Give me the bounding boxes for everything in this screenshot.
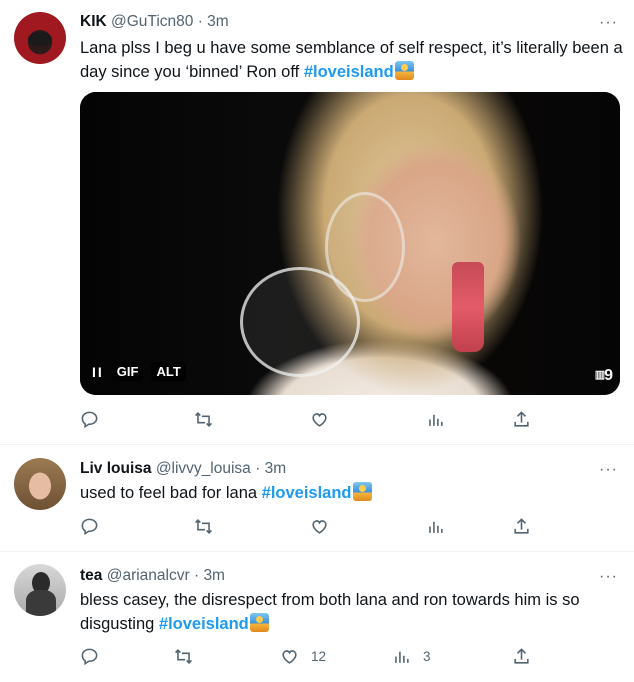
tweet-text: bless casey, the disrespect from both la… [80, 588, 625, 636]
logo-number: 9 [604, 367, 613, 384]
retweet-button[interactable] [194, 408, 213, 430]
island-emoji-icon [394, 61, 414, 80]
hashtag-link[interactable]: #loveisland [304, 63, 394, 81]
more-icon[interactable]: ··· [599, 462, 618, 478]
author-name[interactable]: Liv louisa [80, 460, 152, 477]
views-button[interactable] [426, 408, 445, 430]
views-icon [429, 521, 443, 533]
share-icon [514, 517, 529, 534]
author-handle[interactable]: @arianalcvr [107, 567, 190, 584]
separator: · [255, 460, 265, 477]
like-icon [312, 412, 327, 427]
tweet-text: used to feel bad for lana #loveisland [80, 481, 625, 505]
island-emoji-icon [352, 482, 372, 501]
tweet-header: tea @arianalcvr · 3m [80, 567, 225, 585]
gif-badge: GIF [111, 362, 144, 381]
author-name[interactable]: tea [80, 567, 102, 584]
like-icon [282, 649, 297, 664]
glass-shape [240, 267, 360, 377]
island-emoji-icon [249, 613, 269, 632]
retweet-icon [195, 518, 212, 534]
tweet-header: Liv louisa @livvy_louisa · 3m [80, 460, 286, 478]
avatar-liv-louisa[interactable] [14, 458, 66, 510]
author-name[interactable]: KIK [80, 13, 107, 30]
views-button[interactable] [426, 515, 445, 537]
like-count: 12 [311, 648, 327, 664]
reply-button[interactable] [80, 408, 99, 430]
tweet-1[interactable]: KIK @GuTicn80 · 3m ··· Lana plss I beg u… [0, 0, 634, 444]
tweet-actions [80, 515, 540, 537]
timestamp[interactable]: 3m [265, 460, 287, 477]
share-icon [514, 410, 529, 427]
tweet-body: used to feel bad for lana [80, 484, 262, 502]
separator: · [197, 13, 208, 30]
channel-logo: ▥9 [594, 367, 613, 385]
tweet-2[interactable]: Liv louisa @livvy_louisa · 3m ··· used t… [0, 445, 634, 551]
share-button[interactable] [512, 408, 531, 430]
reply-button[interactable] [80, 645, 99, 667]
author-handle[interactable]: @livvy_louisa [156, 460, 251, 477]
logo-bars: ▥ [594, 369, 605, 381]
avatar-tea[interactable] [14, 564, 66, 616]
share-button[interactable] [512, 515, 531, 537]
tweet-actions [80, 408, 540, 430]
retweet-icon [195, 411, 212, 427]
pause-icon[interactable]: II [92, 364, 104, 380]
views-button[interactable]: 3 [392, 645, 431, 667]
tweet-3[interactable]: tea @arianalcvr · 3m ··· bless casey, th… [0, 552, 634, 682]
reply-button[interactable] [80, 515, 99, 537]
more-icon[interactable]: ··· [599, 15, 618, 31]
share-icon [514, 647, 529, 664]
like-button[interactable] [310, 515, 329, 537]
avatar-kik[interactable] [14, 12, 66, 64]
tweet-actions: 12 3 [80, 645, 540, 667]
tweet-text: Lana plss I beg u have some semblance of… [80, 36, 625, 84]
like-icon [312, 519, 327, 534]
author-handle[interactable]: @GuTicn80 [111, 13, 193, 30]
retweet-icon [175, 648, 192, 664]
like-button[interactable] [310, 408, 329, 430]
earring-shape [452, 262, 484, 352]
reply-icon [81, 411, 98, 428]
media-controls: II GIF ALT [92, 362, 186, 381]
reply-icon [81, 518, 98, 535]
like-button[interactable]: 12 [280, 645, 326, 667]
tweet-header: KIK @GuTicn80 · 3m [80, 13, 229, 31]
views-icon [395, 651, 409, 663]
alt-button[interactable]: ALT [151, 362, 186, 381]
share-button[interactable] [512, 645, 531, 667]
retweet-button[interactable] [174, 645, 193, 667]
hashtag-link[interactable]: #loveisland [262, 484, 352, 502]
hashtag-link[interactable]: #loveisland [159, 615, 249, 633]
more-icon[interactable]: ··· [599, 569, 618, 585]
gif-media[interactable]: II GIF ALT ▥9 [80, 92, 620, 395]
tweet-body: bless casey, the disrespect from both la… [80, 591, 580, 633]
views-icon [429, 414, 443, 426]
views-count: 3 [423, 648, 431, 664]
timestamp[interactable]: 3m [203, 567, 225, 584]
reply-icon [81, 648, 98, 665]
timestamp[interactable]: 3m [207, 13, 229, 30]
retweet-button[interactable] [194, 515, 213, 537]
